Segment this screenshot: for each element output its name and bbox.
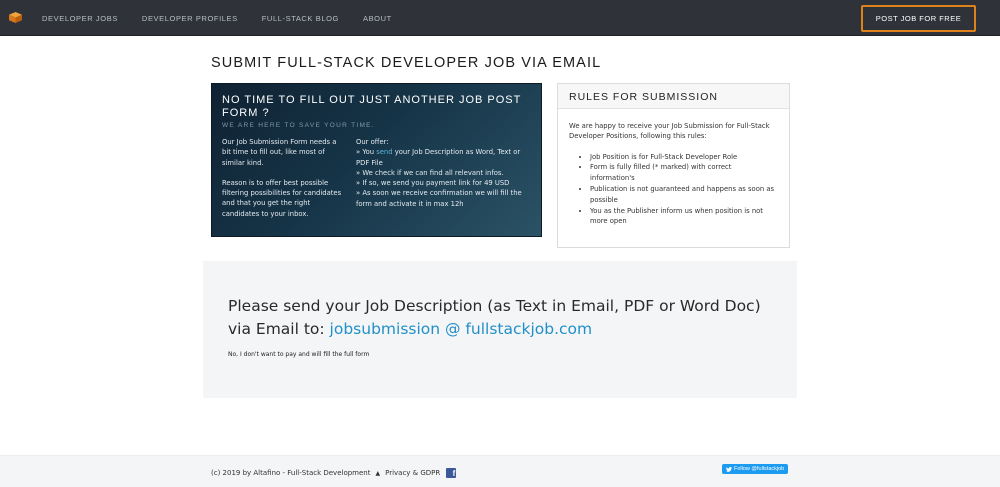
privacy-link[interactable]: Privacy & GDPR bbox=[385, 469, 440, 477]
cube-logo-icon[interactable] bbox=[9, 12, 22, 23]
nav-developer-profiles[interactable]: DEVELOPER PROFILES bbox=[130, 14, 250, 23]
email-submission-section: Please send your Job Description (as Tex… bbox=[203, 261, 797, 398]
email-instruction: Please send your Job Description (as Tex… bbox=[228, 297, 761, 315]
rules-list: Job Position is for Full-Stack Developer… bbox=[558, 142, 789, 228]
offer-item: » As soon we receive confirmation we wil… bbox=[356, 189, 522, 208]
top-navbar: DEVELOPER JOBS DEVELOPER PROFILES FULL-S… bbox=[0, 0, 1000, 36]
promo-subtitle: WE ARE HERE TO SAVE YOUR TIME. bbox=[222, 122, 375, 129]
footer-text: (c) 2019 by Altafino - Full-Stack Develo… bbox=[211, 468, 457, 478]
rules-intro: We are happy to receive your Job Submiss… bbox=[569, 122, 770, 141]
twitter-follow-button[interactable]: Follow @fullstackjob bbox=[722, 464, 789, 474]
rules-heading: RULES FOR SUBMISSION bbox=[558, 84, 789, 109]
twitter-follow-label: Follow @fullstackjob bbox=[734, 466, 785, 472]
post-job-button[interactable]: POST JOB FOR FREE bbox=[861, 5, 976, 32]
offer-item-text: » You bbox=[356, 148, 377, 157]
fill-full-form-link[interactable]: No, I don't want to pay and will fill th… bbox=[228, 351, 369, 358]
offer-item: » If so, we send you payment link for 49… bbox=[356, 179, 510, 188]
rules-box: RULES FOR SUBMISSION We are happy to rec… bbox=[557, 83, 790, 248]
offer-heading: Our offer: bbox=[356, 138, 389, 146]
footer: (c) 2019 by Altafino - Full-Stack Develo… bbox=[0, 455, 1000, 487]
rule-item: Form is fully filled (* marked) with cor… bbox=[590, 162, 778, 184]
nav-about[interactable]: ABOUT bbox=[351, 14, 404, 23]
main-nav: DEVELOPER JOBS DEVELOPER PROFILES FULL-S… bbox=[30, 0, 404, 36]
promo-paragraph-2: Reason is to offer best possible filteri… bbox=[222, 178, 342, 218]
page-title: SUBMIT FULL-STACK DEVELOPER JOB VIA EMAI… bbox=[211, 55, 602, 71]
send-link[interactable]: send bbox=[376, 148, 392, 156]
rule-item: Publication is not guaranteed and happen… bbox=[590, 184, 778, 206]
rule-item: Job Position is for Full-Stack Developer… bbox=[590, 152, 778, 163]
nav-full-stack-blog[interactable]: FULL-STACK BLOG bbox=[250, 14, 351, 23]
offer-item: » You send your Job Description as Word,… bbox=[356, 147, 531, 168]
email-address-line: via Email to: jobsubmission @ fullstackj… bbox=[228, 318, 772, 341]
promo-box: NO TIME TO FILL OUT JUST ANOTHER JOB POS… bbox=[211, 83, 542, 237]
promo-left-column: Our Job Submission Form needs a bit time… bbox=[222, 137, 344, 219]
twitter-bird-icon bbox=[726, 466, 732, 472]
email-prefix: via Email to: bbox=[228, 320, 330, 338]
email-address-link[interactable]: jobsubmission @ fullstackjob.com bbox=[330, 320, 593, 338]
caret-up-icon: ▲ bbox=[375, 469, 381, 477]
facebook-icon[interactable]: f bbox=[446, 468, 457, 478]
nav-developer-jobs[interactable]: DEVELOPER JOBS bbox=[30, 14, 130, 23]
offer-item: » We check if we can find all relevant i… bbox=[356, 168, 504, 177]
promo-paragraph-1: Our Job Submission Form needs a bit time… bbox=[222, 138, 337, 167]
promo-offer-column: Our offer: » You send your Job Descripti… bbox=[356, 137, 531, 219]
promo-title: NO TIME TO FILL OUT JUST ANOTHER JOB POS… bbox=[222, 94, 522, 119]
rule-item: You as the Publisher inform us when posi… bbox=[590, 206, 778, 228]
copyright-text: (c) 2019 by Altafino - Full-Stack Develo… bbox=[211, 469, 371, 477]
